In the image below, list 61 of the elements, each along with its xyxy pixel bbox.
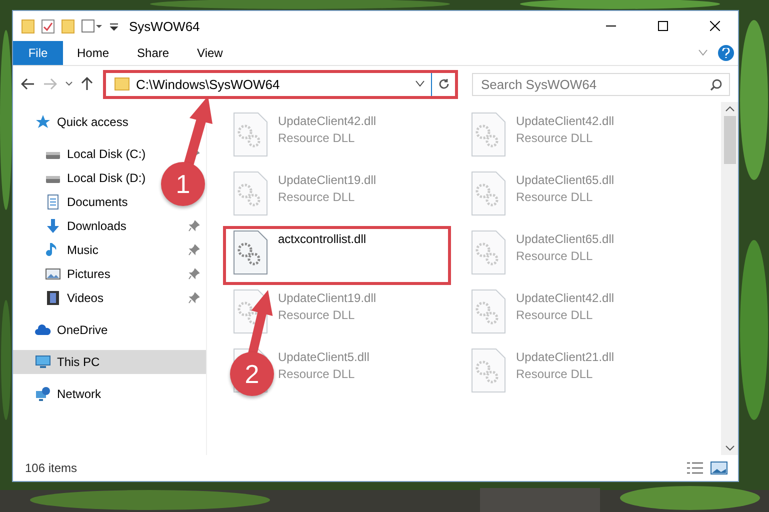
up-arrow-icon [81,77,93,91]
forward-arrow-icon [43,78,57,90]
help-icon[interactable] [718,45,734,61]
picture-icon [45,266,61,282]
back-arrow-icon [21,78,35,90]
star-icon [35,114,51,130]
scrollbar[interactable] [721,102,738,455]
scroll-up-icon [724,106,734,112]
file-label[interactable]: actxcontrollist.dll [278,230,366,281]
film-icon [45,290,61,306]
address-bar[interactable]: C:\Windows\SysWOW64 [103,70,458,98]
scrollbar-thumb[interactable] [724,116,736,164]
sidebar-item[interactable]: Network [35,386,102,402]
file-label[interactable]: UpdateClient5.dll Resource DLL [278,348,370,396]
sidebar-item[interactable]: Pictures [45,266,110,282]
file-label[interactable]: UpdateClient42.dll Resource DLL [516,289,614,337]
pin-icon [188,292,200,304]
file-label[interactable]: UpdateClient19.dll Resource DLL [278,171,376,219]
search-icon [710,78,722,90]
sidebar-item[interactable]: Local Disk (C:) [45,146,146,162]
maximize-icon [658,21,668,31]
network-icon [35,386,51,402]
sidebar-item[interactable]: This PC [35,354,100,370]
sidebar-item[interactable]: Videos [45,290,104,306]
thumbnail-view-icon[interactable] [710,461,728,475]
checklist-icon[interactable] [41,18,55,34]
cloud-icon [35,322,51,338]
sidebar-item[interactable]: Local Disk (D:) [45,170,146,186]
folder-icon [21,18,35,34]
properties-icon[interactable] [81,18,103,34]
monitor-icon [35,354,51,370]
ribbon-tab[interactable]: Share [123,41,184,65]
file-label[interactable]: UpdateClient65.dll Resource DLL [516,230,614,278]
refresh-icon [438,78,450,90]
file-label[interactable]: UpdateClient42.dll Resource DLL [278,112,376,160]
search-field[interactable]: Search SysWOW64 [472,72,730,96]
close-icon [710,21,720,31]
pin-icon [188,268,200,280]
details-view-icon[interactable] [686,461,704,475]
folder-icon [114,77,130,91]
file-label[interactable]: UpdateClient65.dll Resource DLL [516,171,614,219]
caret-icon [65,81,73,87]
document-icon [45,194,61,210]
sidebar-item[interactable]: Music [45,242,98,258]
file-label[interactable]: UpdateClient19.dll Resource DLL [278,289,376,337]
sidebar-item[interactable]: Quick access [35,114,128,130]
sidebar-item[interactable]: OneDrive [35,322,108,338]
file-label[interactable]: UpdateClient42.dll Resource DLL [516,112,614,160]
window-title: SysWOW64 [129,18,201,34]
sidebar-item[interactable]: Downloads [45,218,126,234]
pin-icon [188,220,200,232]
ribbon-tab[interactable]: Home [63,41,124,65]
pin-icon [188,244,200,256]
item-count: 106 items [25,461,78,475]
chevron-icon[interactable] [415,80,425,88]
ribbon-tab[interactable]: View [183,41,237,65]
sidebar-item[interactable]: Documents [45,194,128,210]
ribbon-tab[interactable]: File [13,41,63,65]
down-arrow-icon [45,218,61,234]
file-label[interactable]: UpdateClient21.dll Resource DLL [516,348,614,396]
scroll-down-icon [724,445,734,451]
